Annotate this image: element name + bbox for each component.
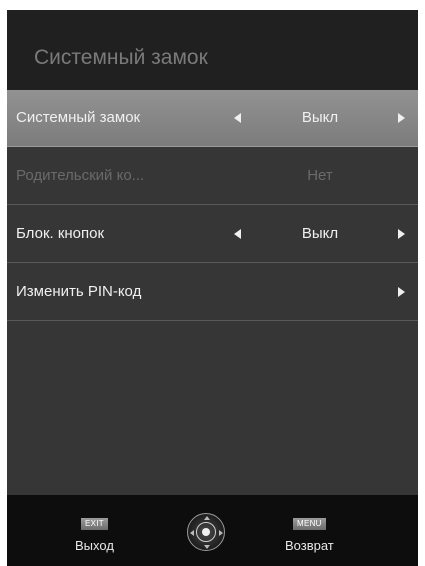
page-title: Системный замок: [34, 46, 208, 69]
menu-row-parental-control: Родительский ко... Нет: [7, 148, 418, 205]
nav-right-icon: [219, 530, 223, 536]
nav-left-icon: [190, 530, 194, 536]
row-label: Родительский ко...: [16, 167, 145, 184]
row-value: Нет: [307, 167, 333, 184]
row-value: Выкл: [301, 225, 339, 242]
menu-row-button-lock[interactable]: Блок. кнопок Выкл: [7, 206, 418, 263]
arrow-right-icon[interactable]: [398, 229, 405, 239]
row-label: Блок. кнопок: [16, 225, 105, 242]
row-value: Выкл: [301, 109, 339, 126]
exit-label: Выход: [75, 538, 114, 553]
menu-row-system-lock[interactable]: Системный замок Выкл: [7, 90, 418, 147]
exit-key-badge[interactable]: EXIT: [81, 518, 108, 530]
nav-center-dot: [202, 528, 210, 536]
row-label: Изменить PIN-код: [16, 283, 142, 300]
return-label: Возврат: [285, 538, 334, 553]
arrow-right-icon[interactable]: [398, 113, 405, 123]
row-label: Системный замок: [16, 109, 141, 126]
system-lock-menu-panel: Системный замок Системный замок Выкл Род…: [7, 10, 418, 566]
footer-hint-bar: EXIT Выход MENU Возврат: [7, 495, 418, 566]
arrow-right-icon[interactable]: [398, 287, 405, 297]
nav-center-ring: [196, 522, 216, 542]
menu-header: Системный замок: [7, 10, 418, 90]
nav-up-icon: [204, 516, 210, 520]
menu-row-change-pin[interactable]: Изменить PIN-код: [7, 264, 418, 321]
arrow-left-icon[interactable]: [234, 113, 241, 123]
arrow-left-icon[interactable]: [234, 229, 241, 239]
nav-down-icon: [204, 545, 210, 549]
menu-key-badge[interactable]: MENU: [293, 518, 326, 530]
dpad-navigation-icon: [187, 513, 225, 551]
